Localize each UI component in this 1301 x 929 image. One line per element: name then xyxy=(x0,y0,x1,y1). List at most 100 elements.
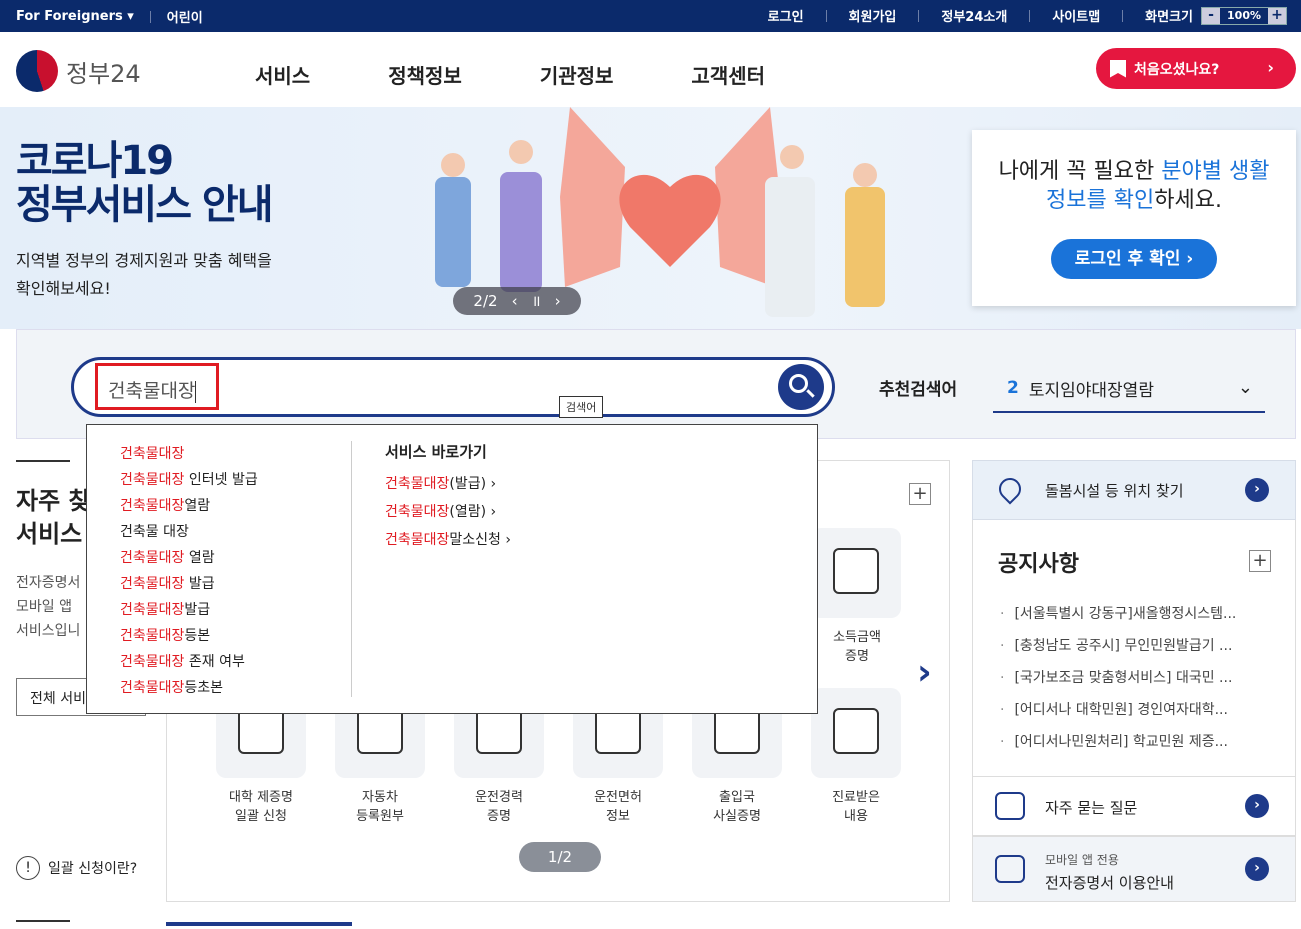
notice-item[interactable]: [국가보조금 맞춤형서비스] 대국민 ... xyxy=(1000,662,1270,694)
zoom-out-button[interactable]: - xyxy=(1202,7,1221,24)
bulk-apply-label: 일괄 신청이란? xyxy=(48,861,138,877)
banner-sub-line1: 지역별 정부의 경제지원과 맞춤 혜택을 xyxy=(16,251,272,270)
banner-title: 코로나19 정부서비스 안내 xyxy=(16,139,274,228)
notice-title: 공지사항 xyxy=(998,552,1079,577)
chevron-right-icon: › xyxy=(1267,58,1274,77)
main-nav: 서비스 정책정보 기관정보 고객센터 xyxy=(255,60,765,89)
service-label: 출입국 사실증명 xyxy=(713,790,761,824)
banner-page-indicator: 2/2 xyxy=(473,292,498,310)
service-label: 대학 제증명 일괄 신청 xyxy=(229,790,293,824)
prev-slide-icon[interactable]: ‹ xyxy=(512,292,518,310)
zoom-control: - 100% + xyxy=(1201,6,1287,25)
login-msg-part1: 나에게 꼭 필요한 xyxy=(998,159,1162,184)
autocomplete-item[interactable]: 건축물대장열람 xyxy=(120,493,258,519)
license-card-icon xyxy=(595,708,641,754)
search-input[interactable]: 건축물대장 xyxy=(95,363,219,410)
autocomplete-item[interactable]: 건축물 대장 xyxy=(120,519,258,545)
bulk-apply-help[interactable]: ! 일괄 신청이란? xyxy=(16,856,137,880)
autocomplete-item[interactable]: 건축물대장 존재 여부 xyxy=(120,649,258,675)
login-prompt-message: 나에게 꼭 필요한 분야별 생활 정보를 확인하세요. xyxy=(972,157,1296,215)
zoom-value: 100% xyxy=(1220,9,1268,22)
next-slide-icon[interactable]: › xyxy=(555,292,561,310)
chat-bubble-icon xyxy=(995,792,1025,820)
banner-subtitle: 지역별 정부의 경제지원과 맞춤 혜택을 확인해보세요! xyxy=(16,247,272,303)
site-header: 정부24 서비스 정책정보 기관정보 고객센터 처음오셨나요? › xyxy=(0,32,1301,107)
site-logo[interactable]: 정부24 xyxy=(16,50,141,92)
autocomplete-item[interactable]: 건축물대장등초본 xyxy=(120,675,258,701)
kids-link[interactable]: 어린이 xyxy=(167,7,203,26)
graduation-cap-icon xyxy=(238,708,284,754)
service-shortcut-link[interactable]: 건축물대장(발급) › xyxy=(385,470,511,498)
care-facility-finder[interactable]: 돌봄시설 등 위치 찾기 › xyxy=(972,460,1296,520)
search-button[interactable] xyxy=(778,364,824,410)
nav-policy[interactable]: 정책정보 xyxy=(388,60,462,89)
passport-icon xyxy=(714,708,760,754)
banner-title-line2: 정부서비스 안내 xyxy=(16,182,274,228)
nav-service[interactable]: 서비스 xyxy=(255,60,310,89)
recommend-keyword-select[interactable]: 2 토지임야대장열람 ⌄ xyxy=(993,365,1265,413)
intro-link[interactable]: 정부24소개 xyxy=(941,6,1007,25)
search-input-value: 건축물대장 xyxy=(108,380,196,402)
frequent-title-line2: 서비스 xyxy=(16,520,83,548)
desc-line1: 전자증명서 xyxy=(16,575,81,591)
care-finder-label: 돌봄시설 등 위치 찾기 xyxy=(1045,481,1184,500)
autocomplete-item[interactable]: 건축물대장 발급 xyxy=(120,571,258,597)
login-check-button[interactable]: 로그인 후 확인 › xyxy=(1051,239,1217,279)
plus-icon[interactable]: + xyxy=(1249,550,1271,572)
sitemap-link[interactable]: 사이트맵 xyxy=(1052,6,1100,25)
location-pin-icon xyxy=(994,473,1026,505)
frequent-services-title: 자주 찾 서비스 xyxy=(16,485,91,551)
arrow-right-icon: › xyxy=(1245,857,1269,881)
notice-item[interactable]: [충청남도 공주시] 무인민원발급기 ... xyxy=(1000,630,1270,662)
login-link[interactable]: 로그인 xyxy=(768,6,804,25)
nav-customer[interactable]: 고객센터 xyxy=(691,60,765,89)
join-link[interactable]: 회원가입 xyxy=(849,6,897,25)
autocomplete-divider xyxy=(351,441,352,697)
autocomplete-item[interactable]: 건축물대장 xyxy=(120,441,258,467)
search-tooltip: 검색어 xyxy=(559,396,604,418)
logo-text: 정부24 xyxy=(66,59,141,88)
notice-box: 공지사항 + [서울특별시 강동구]새올행정시스템... [충청남도 공주시] … xyxy=(972,520,1296,778)
faq-link[interactable]: 자주 묻는 질문 › xyxy=(972,776,1296,836)
notice-item[interactable]: [서울특별시 강동구]새올행정시스템... xyxy=(1000,598,1270,630)
first-visit-button[interactable]: 처음오셨나요? › xyxy=(1096,48,1296,89)
service-label: 자동차 등록원부 xyxy=(356,790,404,824)
login-msg-highlight1: 분야별 생활 xyxy=(1161,159,1270,184)
autocomplete-item[interactable]: 건축물대장등본 xyxy=(120,623,258,649)
notice-item[interactable]: [어디서나 대학민원] 경인여자대학... xyxy=(1000,694,1270,726)
tab-indicator xyxy=(166,922,352,926)
car-icon xyxy=(476,708,522,754)
bookmark-icon xyxy=(1110,59,1126,78)
service-shortcuts-title: 서비스 바로가기 xyxy=(385,443,487,461)
plus-icon[interactable]: + xyxy=(909,483,931,505)
screen-size-label: 화면크기 xyxy=(1145,10,1194,25)
autocomplete-item[interactable]: 건축물대장발급 xyxy=(120,597,258,623)
for-foreigners-link[interactable]: For Foreigners ▾ xyxy=(16,9,134,24)
notice-list: [서울특별시 강동구]새올행정시스템... [충청남도 공주시] 무인민원발급기… xyxy=(1000,598,1270,758)
service-label: 운전면허 정보 xyxy=(594,790,642,824)
section-divider xyxy=(16,460,70,462)
section-divider xyxy=(16,920,70,922)
mobile-certificate-guide[interactable]: 모바일 앱 전용 전자증명서 이용안내 › xyxy=(972,836,1296,902)
next-page-icon[interactable]: › xyxy=(917,652,932,693)
mobile-document-icon xyxy=(995,855,1025,883)
service-shortcut-link[interactable]: 건축물대장(열람) › xyxy=(385,498,511,526)
service-card[interactable] xyxy=(811,688,901,778)
autocomplete-list: 건축물대장 건축물대장 인터넷 발급 건축물대장열람 건축물 대장 건축물대장 … xyxy=(120,441,258,701)
login-msg-part2: 하세요. xyxy=(1154,188,1222,213)
autocomplete-item[interactable]: 건축물대장 인터넷 발급 xyxy=(120,467,258,493)
autocomplete-dropdown: 건축물대장 건축물대장 인터넷 발급 건축물대장열람 건축물 대장 건축물대장 … xyxy=(86,424,818,714)
exclamation-icon: ! xyxy=(16,856,40,880)
pause-icon[interactable]: ॥ xyxy=(532,291,541,311)
notice-item[interactable]: [어디서나민원처리] 학교민원 제증... xyxy=(1000,726,1270,758)
main-banner: 코로나19 정부서비스 안내 지역별 정부의 경제지원과 맞춤 혜택을 확인해보… xyxy=(0,107,1301,329)
stethoscope-icon xyxy=(833,708,879,754)
zoom-in-button[interactable]: + xyxy=(1268,7,1286,24)
service-shortcut-link[interactable]: 건축물대장말소신청 › xyxy=(385,526,511,554)
nav-agency[interactable]: 기관정보 xyxy=(540,60,614,89)
service-card-income[interactable] xyxy=(811,528,901,618)
desc-line2: 모바일 앱 xyxy=(16,599,72,615)
first-visit-label: 처음오셨나요? xyxy=(1134,61,1220,78)
banner-pager: 2/2 ‹ ॥ › xyxy=(453,287,581,315)
autocomplete-item[interactable]: 건축물대장 열람 xyxy=(120,545,258,571)
